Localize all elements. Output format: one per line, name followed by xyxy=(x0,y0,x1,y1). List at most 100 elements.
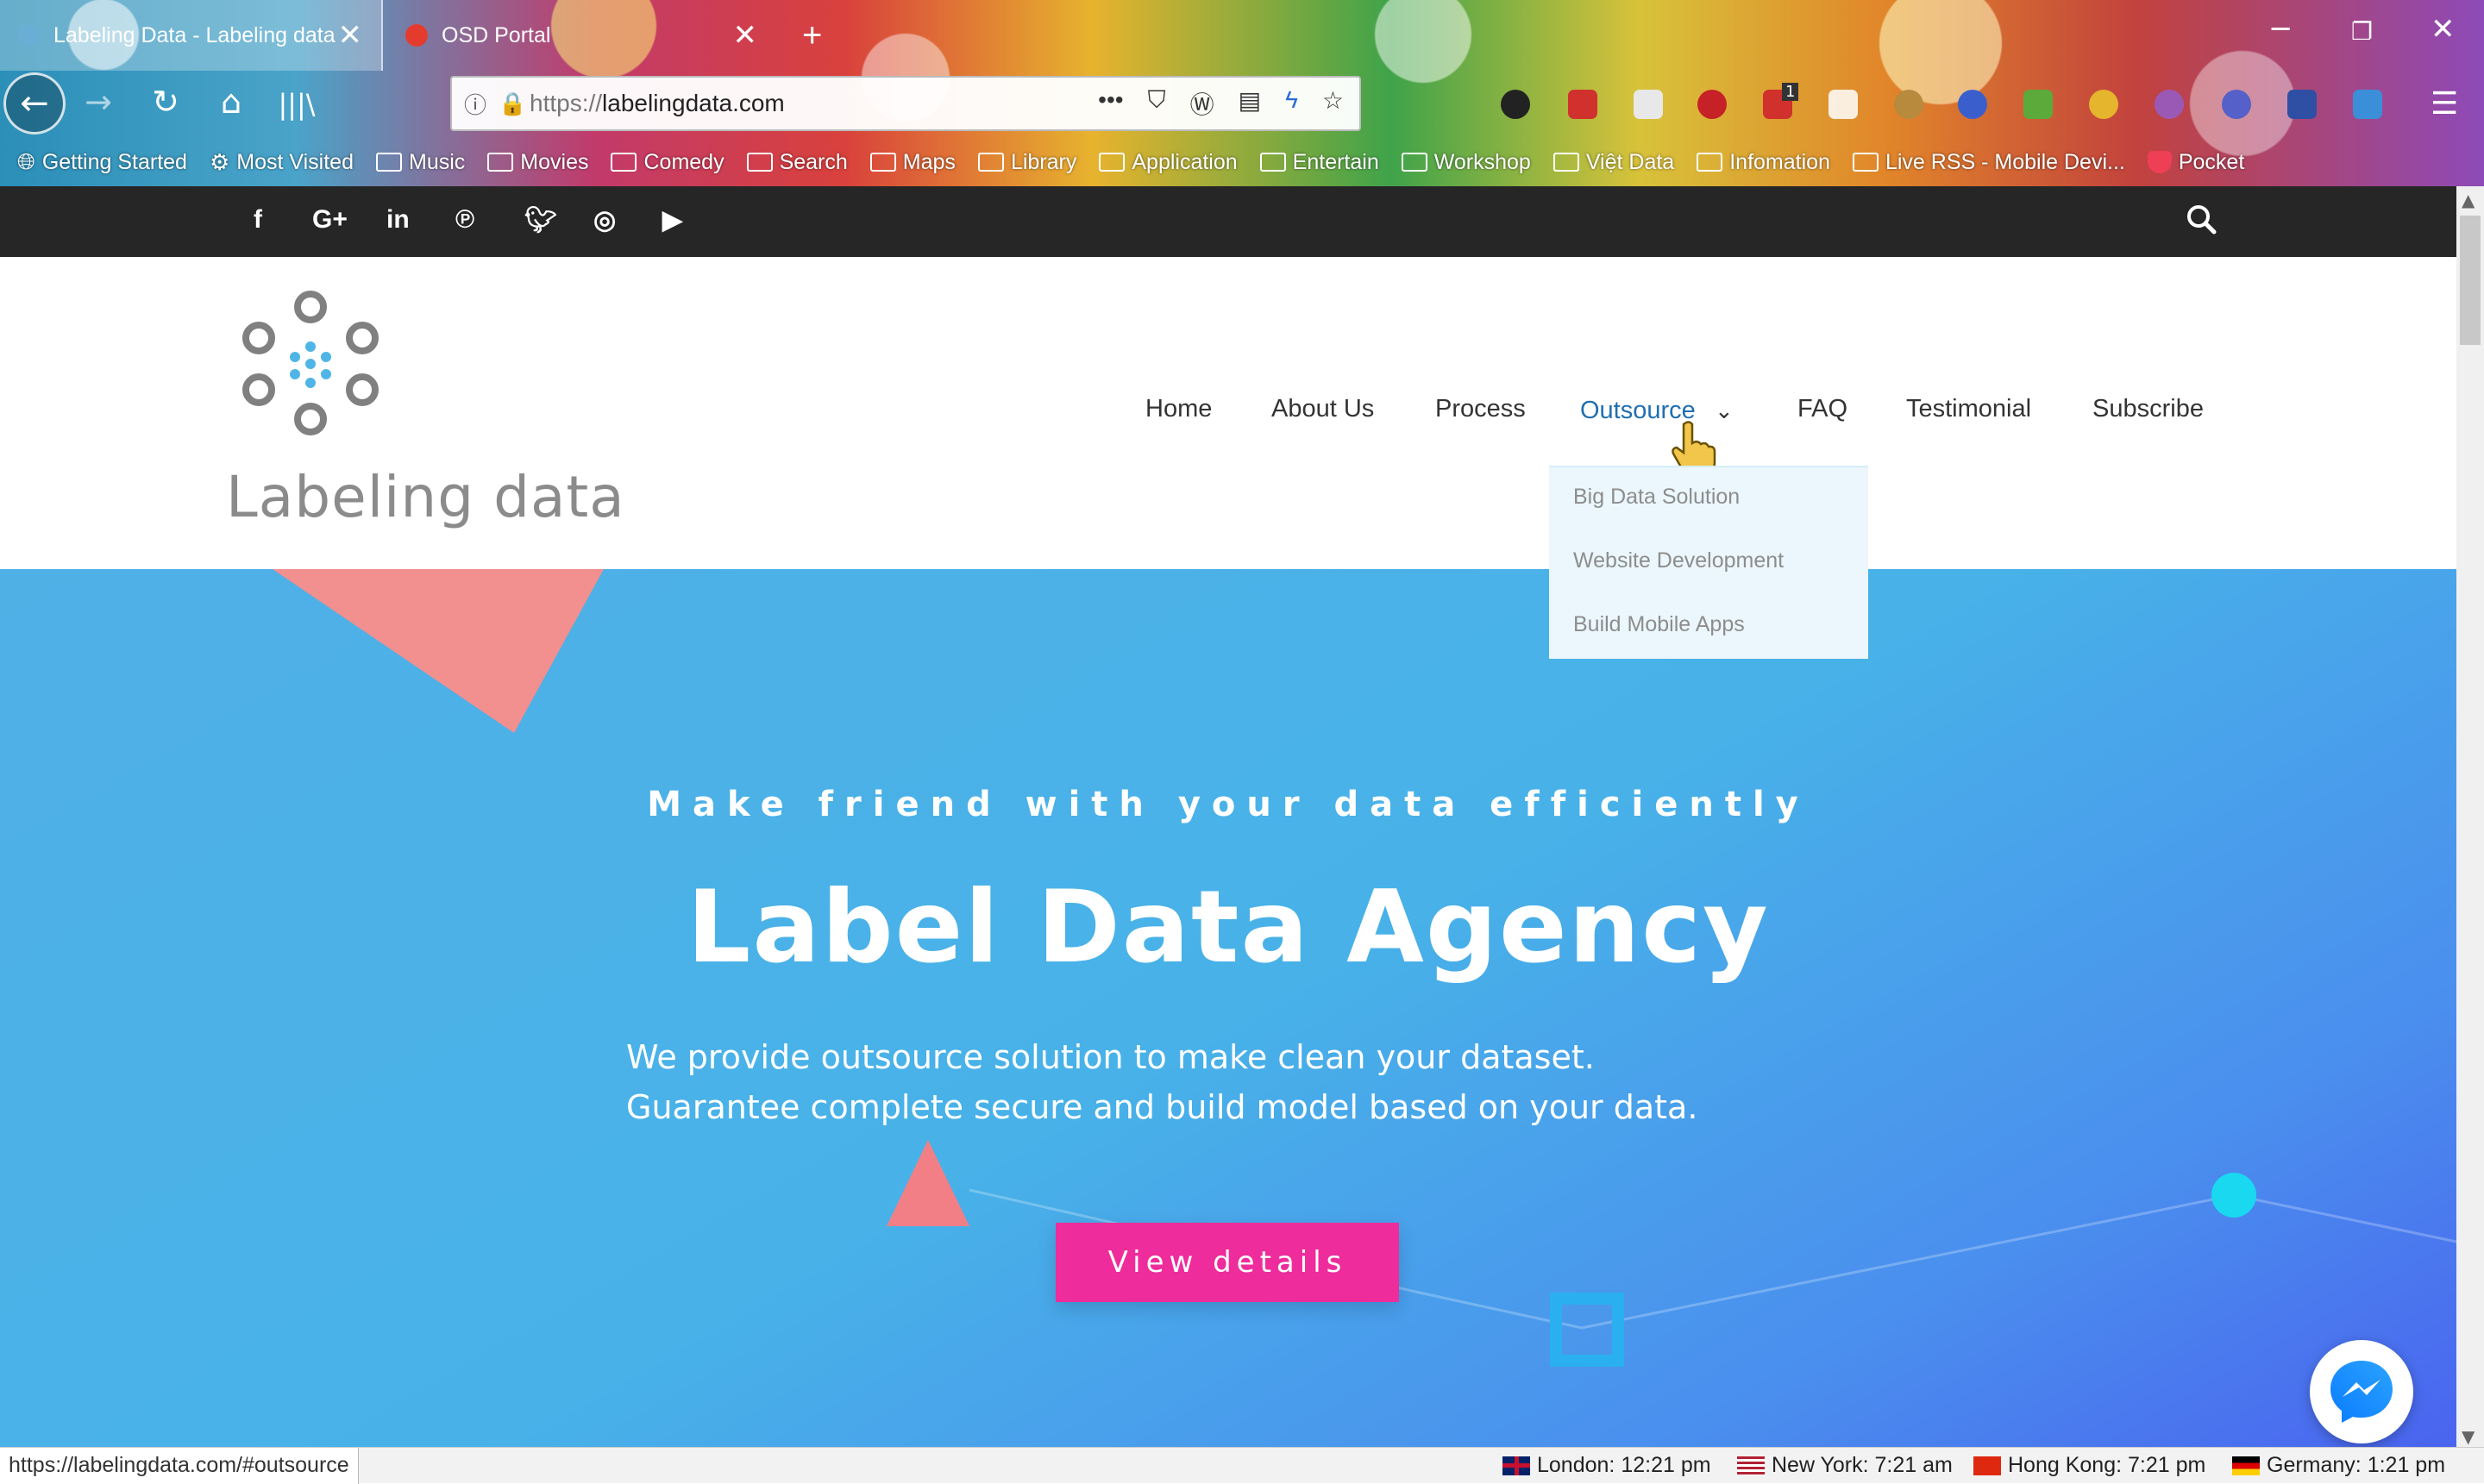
library-button[interactable]: |||\ xyxy=(271,88,323,121)
clock-germany[interactable]: Germany: 1:21 pm xyxy=(2232,1453,2445,1478)
extension-evernote-icon[interactable] xyxy=(1634,90,1663,119)
scrollbar-thumb[interactable] xyxy=(2460,216,2481,345)
nav-faq[interactable]: FAQ xyxy=(1797,395,1847,423)
bookmark-item[interactable]: Library xyxy=(977,149,1077,175)
bookmark-star-icon[interactable]: ☆ xyxy=(1322,86,1344,121)
scroll-down-icon[interactable]: ▼ xyxy=(2462,1426,2475,1447)
address-bar[interactable]: ⓘ 🔒 https://labelingdata.com ••• ⛉ Ⓦ ▤ ϟ… xyxy=(450,76,1361,131)
clock-hong-kong[interactable]: Hong Kong: 7:21 pm xyxy=(1973,1453,2205,1478)
bookmark-label: Library xyxy=(1010,149,1077,174)
page-actions-icon[interactable]: ••• xyxy=(1098,86,1123,121)
bookmark-item[interactable]: ⚙ Most Visited xyxy=(210,149,354,176)
messenger-chat-button[interactable] xyxy=(2310,1340,2413,1443)
flag-us-icon[interactable]: ▤ xyxy=(1239,86,1261,121)
search-icon[interactable] xyxy=(2184,202,2218,236)
gear-icon: ⚙ xyxy=(209,148,230,175)
dropdown-item-big-data-solution[interactable]: Big Data Solution xyxy=(1573,485,1740,510)
nav-home[interactable]: Home xyxy=(1145,395,1212,423)
scroll-up-icon[interactable]: ▲ xyxy=(2462,190,2475,210)
extension-globe-icon[interactable] xyxy=(1958,90,1987,119)
bookmark-label: Search xyxy=(779,149,848,174)
bookmark-item[interactable]: Việt Data xyxy=(1552,149,1675,175)
bookmark-label: Getting Started xyxy=(41,149,187,174)
extension-shield-icon[interactable] xyxy=(1568,90,1597,119)
bookmark-item[interactable]: Search xyxy=(746,149,848,175)
twitter-icon[interactable]: 🐦︎ xyxy=(524,205,557,235)
hamburger-menu-icon[interactable]: ☰ xyxy=(2431,86,2458,122)
hero-title: Label Data Agency xyxy=(687,869,1770,986)
flag-uk-icon xyxy=(1502,1456,1530,1475)
nav-subscribe[interactable]: Subscribe xyxy=(2092,395,2204,423)
bookmark-label: Application xyxy=(1132,149,1238,174)
instagram-icon[interactable]: ◎ xyxy=(593,205,616,235)
bookmark-item[interactable]: Infomation xyxy=(1697,150,1830,175)
extension-cursor-icon[interactable] xyxy=(2287,90,2317,119)
bookmark-item[interactable]: Live RSS - Mobile Devi... xyxy=(1852,150,2125,175)
extension-mega-icon[interactable] xyxy=(1697,90,1727,119)
google-plus-icon[interactable]: G+ xyxy=(312,205,348,235)
extension-reader-icon[interactable] xyxy=(1828,90,1858,119)
view-details-button[interactable]: View details xyxy=(1056,1223,1399,1302)
reload-button[interactable]: ↻ xyxy=(140,83,191,121)
new-tab-button[interactable]: + xyxy=(785,0,837,71)
minimize-icon[interactable]: ─ xyxy=(2272,12,2289,47)
bookmark-item[interactable]: Music xyxy=(376,150,465,175)
home-button[interactable]: ⌂ xyxy=(205,83,257,121)
bookmark-item[interactable]: Movies xyxy=(487,150,588,175)
folder-icon xyxy=(376,153,402,172)
bookmark-label: Comedy xyxy=(643,149,724,174)
tab-osd-portal[interactable]: OSD Portal ✕ xyxy=(388,0,776,71)
nav-about-us[interactable]: About Us xyxy=(1271,395,1374,423)
window-close-icon[interactable]: ✕ xyxy=(2431,12,2456,47)
chevron-down-icon[interactable]: ⌄ xyxy=(1715,398,1734,424)
forward-button[interactable]: → xyxy=(72,83,124,121)
close-tab-icon[interactable]: ✕ xyxy=(338,18,363,53)
info-icon[interactable]: ⓘ xyxy=(464,88,499,120)
extension-camera-icon[interactable] xyxy=(1501,90,1530,119)
nav-process[interactable]: Process xyxy=(1435,395,1526,423)
bookmark-item[interactable]: Maps xyxy=(869,150,956,175)
pinterest-icon[interactable]: ℗ xyxy=(455,205,474,235)
bookmark-item[interactable]: Entertain xyxy=(1259,150,1379,175)
triangle-shape xyxy=(887,1140,969,1226)
logo-text[interactable]: Labeling data xyxy=(226,464,625,530)
linkedin-icon[interactable]: in xyxy=(386,205,410,235)
extension-download-icon[interactable] xyxy=(2089,90,2118,119)
dropdown-item-website-development[interactable]: Website Development xyxy=(1573,548,1784,573)
extension-translate-icon[interactable] xyxy=(2222,90,2251,119)
clock-new-york[interactable]: New York: 7:21 am xyxy=(1737,1453,1953,1478)
back-button[interactable]: ← xyxy=(3,72,66,135)
extension-leaf-icon[interactable] xyxy=(2023,90,2053,119)
hero-decoration xyxy=(209,569,2456,1367)
hero-description-line-2: Guarantee complete secure and build mode… xyxy=(626,1088,1698,1126)
bookmark-item[interactable]: Application xyxy=(1099,149,1238,175)
extension-monkey-icon[interactable] xyxy=(1894,90,1923,119)
url-text[interactable]: https://labelingdata.com xyxy=(530,90,1098,117)
extension-sync-icon[interactable] xyxy=(2353,90,2382,119)
wordpress-icon[interactable]: Ⓦ xyxy=(1190,86,1214,121)
bookmark-item[interactable]: Pocket xyxy=(2147,150,2244,175)
facebook-icon[interactable]: f xyxy=(254,205,262,235)
restore-icon[interactable]: ❐ xyxy=(2351,17,2373,46)
close-tab-icon[interactable]: ✕ xyxy=(733,18,758,53)
page-scrollbar[interactable] xyxy=(2456,186,2484,1447)
pocket-save-icon[interactable]: ⛉ xyxy=(1148,86,1166,121)
bookmark-label: Most Visited xyxy=(236,149,354,174)
extension-wave-icon[interactable] xyxy=(2155,90,2184,119)
youtube-icon[interactable]: ▶ xyxy=(662,205,682,235)
browser-chrome: Labeling Data - Labeling data ✕ OSD Port… xyxy=(0,0,2484,186)
bookmark-item[interactable]: Comedy xyxy=(611,150,724,175)
dropdown-item-build-mobile-apps[interactable]: Build Mobile Apps xyxy=(1573,612,1745,637)
bookmark-item[interactable]: Workshop xyxy=(1401,150,1531,175)
logo-icon[interactable] xyxy=(233,288,388,443)
folder-icon xyxy=(1552,153,1579,172)
folder-icon xyxy=(746,153,773,172)
tab-labeling-data[interactable]: Labeling Data - Labeling data ✕ xyxy=(0,0,383,71)
bookmark-label: Music xyxy=(409,149,466,174)
nav-testimonial[interactable]: Testimonial xyxy=(1906,395,2031,423)
folder-icon xyxy=(869,153,896,172)
bookmark-item[interactable]: 🌐︎ Getting Started xyxy=(17,148,187,176)
lightning-icon[interactable]: ϟ xyxy=(1285,86,1298,121)
bookmark-label: Việt Data xyxy=(1585,149,1675,174)
clock-london[interactable]: London: 12:21 pm xyxy=(1502,1453,1711,1478)
